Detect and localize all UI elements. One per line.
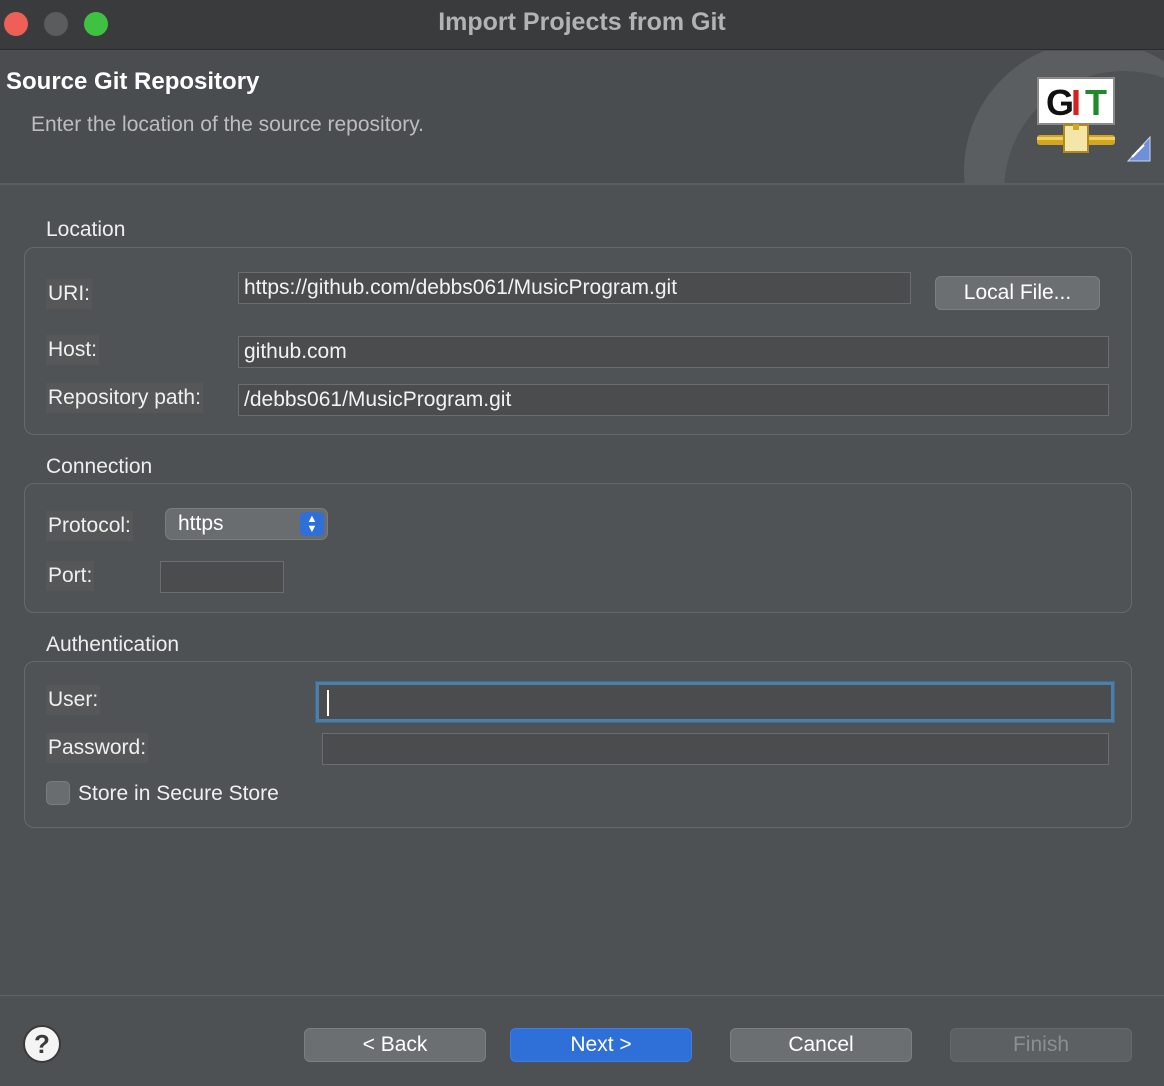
footer-divider: [0, 995, 1164, 996]
protocol-select[interactable]: https ▲ ▼: [165, 508, 328, 540]
uri-input[interactable]: [238, 272, 911, 304]
host-label: Host:: [46, 335, 100, 365]
page-title: Source Git Repository: [6, 68, 260, 95]
user-label: User:: [46, 685, 101, 715]
user-input[interactable]: [316, 682, 1114, 722]
git-logo-letter-i: I: [1071, 82, 1081, 123]
password-label: Password:: [46, 733, 149, 763]
local-file-button[interactable]: Local File...: [935, 276, 1100, 310]
location-group-label: Location: [46, 218, 126, 241]
back-button[interactable]: < Back: [304, 1028, 486, 1062]
connection-group-label: Connection: [46, 455, 153, 478]
git-logo-letter-g: G: [1046, 82, 1074, 123]
help-icon[interactable]: ?: [23, 1025, 61, 1063]
page-description: Enter the location of the source reposit…: [31, 113, 424, 136]
finish-button[interactable]: Finish: [950, 1028, 1132, 1062]
updown-chevron-icon: ▲ ▼: [300, 512, 324, 536]
port-input[interactable]: [160, 561, 284, 593]
git-logo-icon: G I T: [1037, 77, 1151, 162]
text-caret: [327, 690, 329, 716]
store-secure-label: Store in Secure Store: [78, 782, 279, 805]
store-secure-checkbox[interactable]: [46, 781, 70, 805]
next-button[interactable]: Next >: [510, 1028, 692, 1062]
host-input[interactable]: [238, 336, 1109, 368]
authentication-group-label: Authentication: [46, 633, 180, 656]
password-input[interactable]: [322, 733, 1109, 765]
title-bar: Import Projects from Git: [0, 0, 1164, 50]
protocol-selected-value: https: [178, 512, 224, 535]
wizard-header: Source Git Repository Enter the location…: [0, 51, 1164, 185]
window-title: Import Projects from Git: [438, 8, 726, 36]
repository-path-input[interactable]: [238, 384, 1109, 416]
protocol-label: Protocol:: [46, 511, 133, 541]
cancel-button[interactable]: Cancel: [730, 1028, 912, 1062]
repository-path-label: Repository path:: [46, 383, 203, 413]
connection-group: [24, 483, 1132, 613]
port-label: Port:: [46, 561, 95, 591]
uri-label: URI:: [46, 279, 92, 309]
git-logo-letter-t: T: [1085, 82, 1107, 123]
